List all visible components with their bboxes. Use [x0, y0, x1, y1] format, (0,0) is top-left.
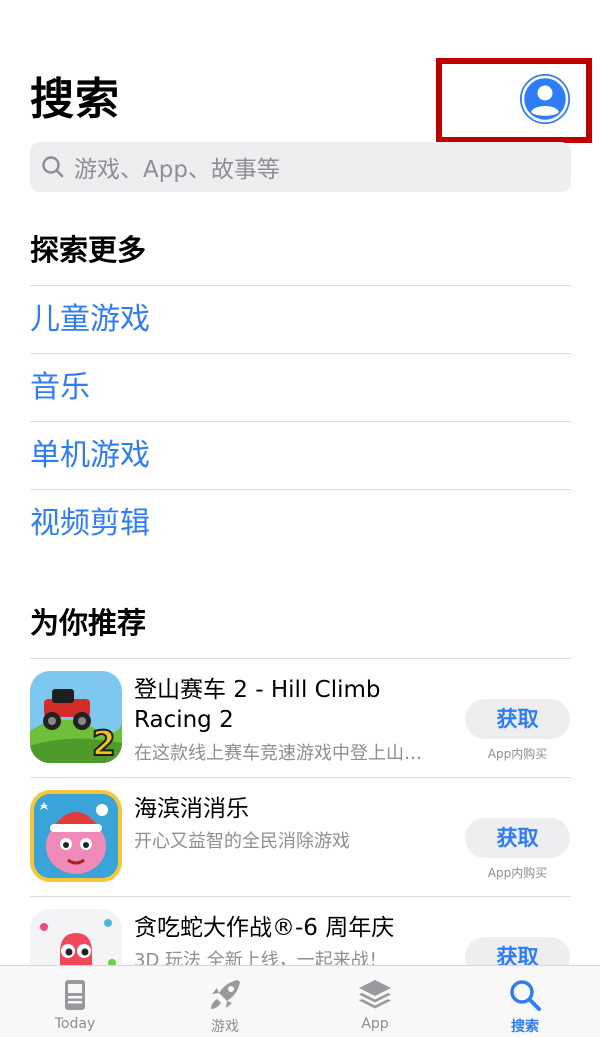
hill-climb-racing-icon[interactable]: 2: [30, 671, 122, 763]
tab-label: App: [361, 1016, 389, 1032]
app-desc: 开心又益智的全民消除游戏: [134, 831, 350, 852]
app-name: 贪吃蛇大作战®-6 周年庆: [134, 915, 395, 941]
rocket-icon: [211, 980, 240, 1009]
explore-section-title: 探索更多: [30, 233, 147, 267]
search-input[interactable]: 游戏、App、故事等: [30, 142, 571, 192]
app-name: 海滨消消乐: [134, 796, 249, 822]
page-title: 搜索: [30, 74, 120, 125]
tab-label: Today: [54, 1016, 96, 1032]
app-row[interactable]: 2 登山赛车 2 - Hill Climb Racing 2 在这款线上赛车竞速…: [30, 658, 571, 777]
svg-text:2: 2: [92, 724, 116, 763]
search-placeholder: 游戏、App、故事等: [74, 157, 280, 183]
in-app-purchase-label: App内购买: [487, 866, 548, 880]
tab-label: 搜索: [511, 1019, 539, 1035]
tab-label: 游戏: [211, 1019, 239, 1035]
explore-item-music[interactable]: 音乐: [30, 353, 571, 421]
header: 搜索: [0, 0, 600, 143]
app-desc: 在这款线上赛车竞速游戏中登上山…: [134, 743, 422, 764]
explore-item-offline-games[interactable]: 单机游戏: [30, 421, 571, 489]
tab-search[interactable]: 搜索: [450, 966, 600, 1037]
account-avatar-icon[interactable]: [520, 74, 570, 124]
seaside-match-icon[interactable]: [30, 790, 122, 882]
app-row[interactable]: 海滨消消乐 开心又益智的全民消除游戏 获取 App内购买: [30, 777, 571, 896]
explore-list: 儿童游戏 音乐 单机游戏 视频剪辑: [30, 285, 571, 557]
explore-item-kids-games[interactable]: 儿童游戏: [30, 285, 571, 353]
in-app-purchase-label: App内购买: [487, 747, 548, 761]
get-button[interactable]: 获取: [465, 818, 570, 858]
get-button[interactable]: 获取: [465, 699, 570, 739]
app-name: 登山赛车 2 - Hill Climb Racing 2: [134, 677, 381, 733]
tab-bar: Today 游戏 App 搜索: [0, 965, 600, 1037]
today-icon: [65, 980, 85, 1010]
explore-item-video-editing[interactable]: 视频剪辑: [30, 489, 571, 557]
app-stack-icon: [359, 980, 391, 1009]
recommend-section-title: 为你推荐: [30, 606, 147, 640]
recommend-list: 2 登山赛车 2 - Hill Climb Racing 2 在这款线上赛车竞速…: [30, 658, 571, 1015]
tab-today[interactable]: Today: [0, 966, 150, 1037]
search-icon: [510, 980, 541, 1011]
tab-apps[interactable]: App: [300, 966, 450, 1037]
search-icon: [42, 156, 64, 178]
tab-games[interactable]: 游戏: [150, 966, 300, 1037]
